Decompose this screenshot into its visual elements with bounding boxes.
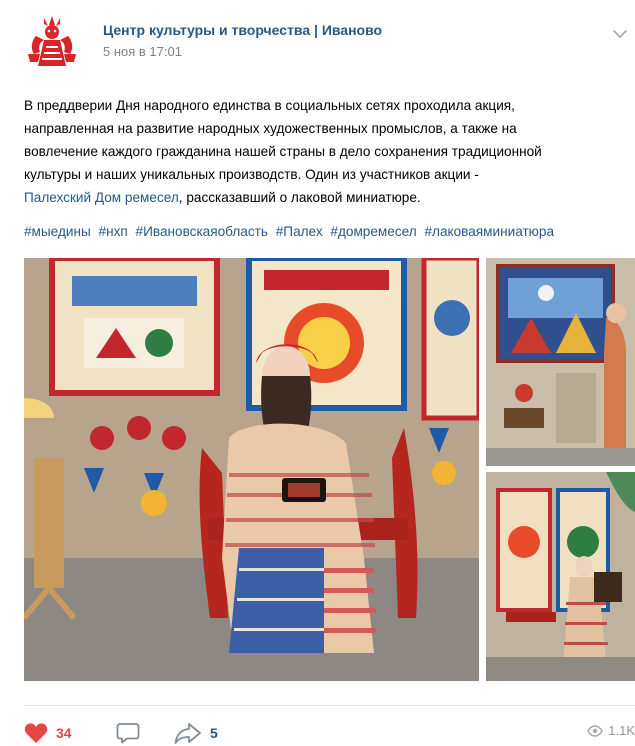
post-text-line: вовлечение каждого гражданина нашей стра…: [24, 144, 542, 159]
post-text-line: культуры и наших уникальных производств.…: [24, 167, 479, 182]
photo-image: [486, 258, 635, 466]
views-count: 1.1K: [608, 723, 635, 738]
post-photo-2[interactable]: [486, 258, 635, 466]
post-photo-3[interactable]: [486, 472, 635, 681]
heart-icon: [24, 723, 48, 743]
hashtags: #мыедины #нхп #Ивановскаяобласть #Палех …: [24, 224, 635, 239]
chevron-down-icon: [613, 30, 627, 39]
comment-button[interactable]: [116, 722, 140, 744]
hashtag[interactable]: #Ивановскаяобласть: [136, 224, 268, 239]
community-avatar[interactable]: [22, 14, 82, 74]
post-header: Центр культуры и творчества | Иваново 5 …: [0, 0, 635, 84]
views-counter: 1.1K: [587, 723, 635, 738]
hashtag[interactable]: #домремесел: [330, 224, 416, 239]
share-button[interactable]: 5: [174, 722, 218, 744]
post-text-line: направленная на развитие народных художе…: [24, 121, 517, 136]
post-menu-button[interactable]: [609, 26, 631, 42]
comment-icon: [116, 723, 140, 744]
post-text-line: В преддверии Дня народного единства в со…: [24, 98, 515, 113]
hashtag[interactable]: #мыедины: [24, 224, 91, 239]
post-text-tail: , рассказавший о лаковой миниатюре.: [178, 190, 421, 205]
share-icon: [174, 723, 201, 744]
author-name[interactable]: Центр культуры и творчества | Иваново: [103, 22, 382, 38]
post-divider: [24, 705, 635, 706]
post-text: В преддверии Дня народного единства в со…: [24, 94, 634, 209]
like-count: 34: [56, 725, 72, 741]
logo-icon: [28, 16, 76, 66]
post-photo-main[interactable]: [24, 258, 479, 681]
hashtag[interactable]: #нхп: [99, 224, 128, 239]
eye-icon: [587, 724, 604, 737]
like-button[interactable]: 34: [24, 722, 72, 744]
share-count: 5: [210, 725, 218, 741]
palekh-house-link[interactable]: Палехский Дом ремесел: [24, 190, 179, 205]
photo-image: [24, 258, 479, 681]
post-actions: 34 5 1.1K: [24, 718, 635, 746]
post-date[interactable]: 5 ноя в 17:01: [103, 44, 182, 59]
photo-image: [486, 472, 635, 681]
hashtag[interactable]: #Палех: [276, 224, 323, 239]
hashtag[interactable]: #лаковаяминиатюра: [424, 224, 554, 239]
post-text-line: Палехский Дом ремесел, рассказавший о ла…: [24, 186, 634, 209]
